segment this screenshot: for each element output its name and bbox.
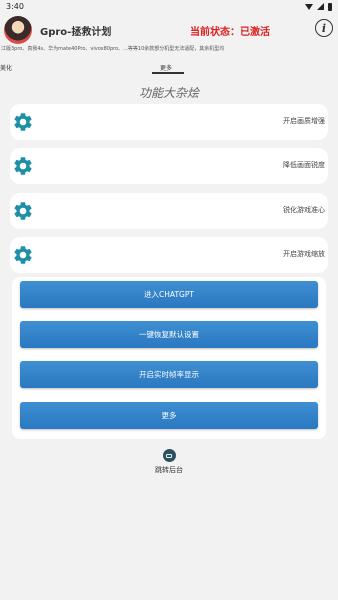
restore-defaults-button[interactable]: 一键恢复默认设置: [20, 321, 318, 348]
feature-label: 开启画质增强: [283, 117, 325, 125]
scrolling-notice: 江版3pro、真我4s、华为mate40Pro、vivox80pro、...等等…: [1, 46, 225, 52]
gear-icon: [14, 113, 32, 131]
wifi-icon: [305, 3, 313, 10]
battery-icon: [328, 2, 332, 11]
info-button[interactable]: i: [315, 19, 333, 37]
status-icons: [305, 2, 332, 11]
jump-background-button[interactable]: 跳转后台: [140, 449, 198, 479]
feature-label: 降低画面锐度: [283, 161, 325, 169]
signal-icon: [317, 3, 324, 10]
feature-card-game-zoom[interactable]: 开启游戏缩放: [10, 237, 328, 273]
section-title: 功能大杂烩: [138, 86, 199, 100]
activation-status: 当前状态：已激活: [190, 27, 270, 38]
feature-label: 锐化游戏准心: [283, 206, 325, 214]
show-fps-button[interactable]: 开启实时帧率显示: [20, 361, 318, 388]
gear-icon: [14, 246, 32, 264]
status-time: 3:40: [6, 2, 24, 11]
enter-chatgpt-button[interactable]: 进入CHATGPT: [20, 281, 318, 308]
avatar: [4, 16, 32, 44]
app-header: Gpro-拯救计划 当前状态：已激活 i: [0, 13, 338, 47]
tab-bar: 美化 更多: [0, 63, 338, 75]
gear-icon: [14, 157, 32, 175]
tab-beautify[interactable]: 美化: [0, 63, 12, 72]
gear-icon: [14, 202, 32, 220]
info-icon: i: [321, 21, 327, 35]
background-label: 跳转后台: [155, 466, 183, 474]
tab-more[interactable]: 更多: [160, 63, 172, 72]
active-tab-indicator: [152, 72, 184, 74]
status-bar: 3:40: [0, 0, 338, 13]
feature-card-reduce-sharpness[interactable]: 降低画面锐度: [10, 148, 328, 184]
feature-card-sharpen-crosshair[interactable]: 锐化游戏准心: [10, 193, 328, 229]
more-button[interactable]: 更多: [20, 402, 318, 429]
background-icon: [162, 449, 176, 462]
feature-card-quality-enhance[interactable]: 开启画质增强: [10, 104, 328, 140]
app-title: Gpro-拯救计划: [40, 27, 112, 38]
feature-label: 开启游戏缩放: [283, 250, 325, 258]
